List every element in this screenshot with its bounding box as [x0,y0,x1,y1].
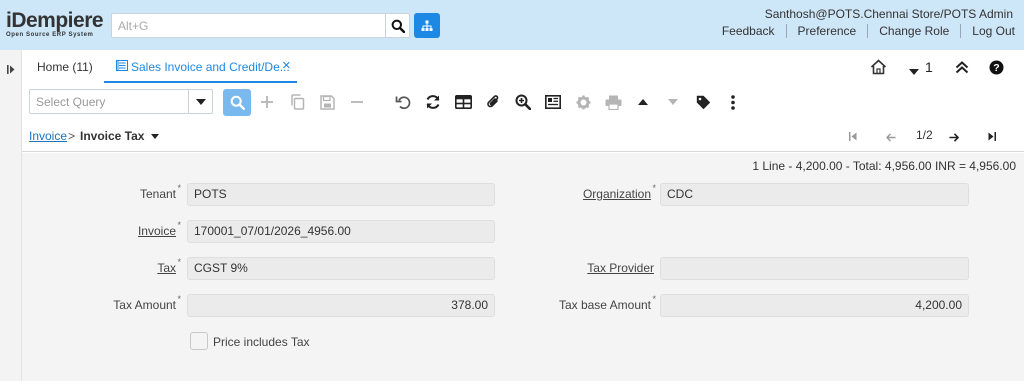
global-search [111,13,410,38]
organization-label[interactable]: Organization [583,183,656,201]
header-links: Feedback Preference Change Role Log Out [711,24,1015,38]
first-record-icon[interactable] [849,130,857,144]
tax-provider-field[interactable] [660,257,969,280]
home-icon[interactable] [870,59,887,78]
previous-record-icon[interactable] [886,131,896,145]
record-form: 1 Line - 4,200.00 - Total: 4,956.00 INR … [22,153,1024,381]
chevron-down-icon [150,134,159,139]
parent-record-icon[interactable] [634,93,652,111]
window-tabbar: Home (11) Sales Invoice and Credit/De...… [22,50,1024,84]
feedback-link[interactable]: Feedback [711,24,786,38]
logo-subtitle: Open Source ERP System [6,32,94,38]
tax-base-amount-field[interactable]: 4,200.00 [660,294,969,317]
breadcrumb: Invoice > Invoice Tax 1/2 [22,122,1024,152]
tax-label[interactable]: Tax [157,257,180,275]
tax-base-amount-label: Tax base Amount [559,294,656,312]
print-icon[interactable] [604,93,622,111]
tax-field[interactable]: CGST 9% [187,257,495,280]
change-role-link[interactable]: Change Role [867,24,960,38]
select-query-combobox [29,89,213,114]
undo-icon[interactable] [394,93,412,111]
invoice-label[interactable]: Invoice [138,220,181,238]
window-toolbar [22,84,1024,122]
collapse-up-icon[interactable] [955,61,969,77]
delete-icon[interactable] [348,93,366,111]
copy-icon[interactable] [288,93,306,111]
help-icon[interactable]: ? [989,60,1004,78]
global-search-input[interactable] [112,14,382,37]
record-position: 1/2 [916,128,933,142]
window-count: 1 [925,59,933,75]
svg-text:?: ? [993,62,999,74]
new-icon[interactable] [258,93,276,111]
price-includes-tax-checkbox[interactable] [190,332,208,350]
more-options-icon[interactable] [724,93,742,111]
breadcrumb-invoice-link[interactable]: Invoice [29,129,67,143]
close-icon[interactable]: × [282,58,291,73]
record-summary: 1 Line - 4,200.00 - Total: 4,956.00 INR … [752,159,1016,173]
search-icon[interactable] [385,14,409,37]
next-record-icon[interactable] [949,131,960,145]
attachment-icon[interactable] [484,93,502,111]
organization-field[interactable]: CDC [660,183,969,206]
price-includes-tax-label[interactable]: Price includes Tax [213,335,310,349]
expand-panel-icon[interactable] [7,63,15,77]
logout-link[interactable]: Log Out [960,24,1015,38]
tax-amount-field[interactable]: 378.00 [187,294,495,317]
zoom-across-icon[interactable] [514,93,532,111]
breadcrumb-separator: > [68,129,76,143]
window-icon [116,60,128,74]
tab-home[interactable]: Home (11) [37,60,93,74]
idempiere-logo[interactable]: iDempiere Open Source ERP System [6,9,104,39]
app-header: iDempiere Open Source ERP System Santhos… [0,0,1024,50]
search-icon[interactable] [223,89,251,116]
save-icon[interactable] [318,93,336,111]
detail-record-icon[interactable] [664,93,682,111]
window-list-dropdown-icon[interactable] [909,64,919,78]
menu-tree-icon[interactable] [414,13,440,38]
invoice-field[interactable]: 170001_07/01/2026_4956.00 [187,220,495,243]
west-panel [0,50,22,381]
grid-toggle-icon[interactable] [454,93,472,111]
tag-icon[interactable] [694,93,712,111]
breadcrumb-current[interactable]: Invoice Tax [80,129,159,143]
last-record-icon[interactable] [988,130,996,144]
logo-text: iDempiere [6,9,104,32]
select-query-input[interactable] [30,90,180,113]
tab-sales-invoice[interactable]: Sales Invoice and Credit/De... × [104,50,297,83]
user-info[interactable]: Santhosh@POTS.Chennai Store/POTS Admin [765,7,1013,21]
report-icon[interactable] [544,93,562,111]
tax-provider-label[interactable]: Tax Provider [587,261,654,275]
process-gear-icon[interactable] [574,93,592,111]
tab-label: Sales Invoice and Credit/De... [131,60,290,74]
tenant-label: Tenant [140,183,181,201]
tenant-field[interactable]: POTS [187,183,495,206]
preference-link[interactable]: Preference [785,24,868,38]
breadcrumb-current-label: Invoice Tax [80,129,145,143]
chevron-down-icon[interactable] [188,90,212,113]
tax-amount-label: Tax Amount [113,294,180,312]
refresh-icon[interactable] [424,93,442,111]
